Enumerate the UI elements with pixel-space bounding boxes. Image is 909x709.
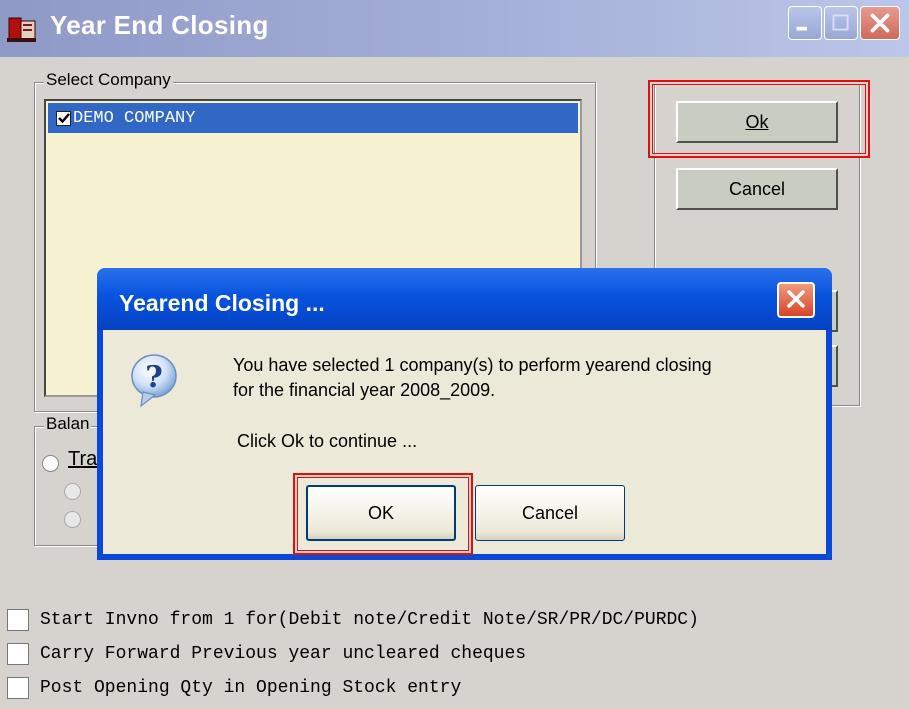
company-list-item[interactable]: DEMO COMPANY (48, 103, 578, 133)
maximize-icon (832, 14, 849, 31)
dialog-cancel-button[interactable]: Cancel (475, 485, 625, 541)
ok-button[interactable]: Ok (676, 101, 838, 143)
company-checkbox[interactable] (56, 110, 71, 126)
window-titlebar[interactable]: Year End Closing (0, 0, 909, 57)
dialog-title: Yearend Closing ... (119, 290, 325, 316)
company-name: DEMO COMPANY (73, 108, 196, 128)
dialog-message-line1: You have selected 1 company(s) to perfor… (233, 355, 712, 375)
balance-option-label: Tra (68, 448, 98, 470)
window-title: Year End Closing (50, 10, 269, 40)
balance-option-radio[interactable] (42, 455, 59, 472)
dialog-close-button[interactable] (777, 282, 815, 318)
dialog-ok-label: OK (367, 502, 394, 523)
close-button[interactable] (860, 6, 900, 40)
carry-forward-checkbox[interactable] (7, 643, 29, 665)
dialog-body: ? You have selected 1 company(s) to perf… (103, 330, 826, 555)
option-row-2[interactable]: Carry Forward Previous year uncleared ch… (7, 643, 526, 665)
maximize-button[interactable] (824, 6, 858, 40)
cancel-button-label: Cancel (728, 178, 786, 199)
checkmark-icon (57, 113, 70, 124)
start-invno-label: Start Invno from 1 for(Debit note/Credit… (40, 610, 699, 630)
dialog-ok-button[interactable]: OK (306, 485, 456, 541)
option-row-1[interactable]: Start Invno from 1 for(Debit note/Credit… (7, 609, 699, 631)
balance-group-label: Balan (44, 414, 92, 434)
post-opening-qty-label: Post Opening Qty in Opening Stock entry (40, 678, 462, 698)
dialog-cancel-label: Cancel (521, 502, 579, 523)
minimize-icon (796, 26, 807, 31)
start-invno-checkbox[interactable] (7, 609, 29, 631)
ok-button-label: Ok (745, 111, 769, 132)
option-row-3[interactable]: Post Opening Qty in Opening Stock entry (7, 677, 461, 699)
book-icon (7, 17, 36, 42)
carry-forward-label: Carry Forward Previous year uncleared ch… (40, 644, 527, 664)
close-icon (787, 290, 805, 308)
yearend-closing-dialog: Yearend Closing ... ? You have selected … (97, 268, 832, 560)
minimize-button[interactable] (788, 6, 822, 40)
balance-suboption-radio-2[interactable] (64, 511, 81, 528)
question-icon: ? (131, 354, 177, 408)
dialog-message-line2: for the financial year 2008_2009. (233, 380, 496, 400)
select-company-label: Select Company (44, 70, 173, 90)
dialog-prompt: Click Ok to continue ... (237, 431, 418, 451)
post-opening-qty-checkbox[interactable] (7, 677, 29, 699)
balance-suboption-radio-1[interactable] (64, 483, 81, 500)
cancel-button[interactable]: Cancel (676, 168, 838, 210)
svg-text:?: ? (145, 360, 163, 395)
close-icon (870, 13, 890, 33)
dialog-titlebar[interactable]: Yearend Closing ... (97, 268, 832, 330)
